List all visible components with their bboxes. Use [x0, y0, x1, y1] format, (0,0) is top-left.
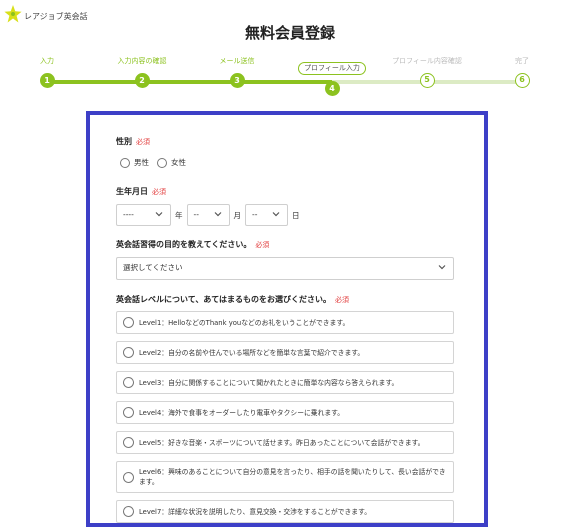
month-unit: 月: [233, 210, 242, 220]
progress-stepper: 入力 1 入力内容の確認 2 メール送信 3 プロフィール入力 4 プロフィール…: [0, 55, 580, 96]
step-1: 入力 1: [7, 55, 87, 88]
level-option-label: Level4：海外で食事をオーダーしたり電車やタクシーに乗れます。: [139, 408, 345, 417]
step-number: 4: [324, 81, 340, 96]
step-number: 5: [419, 73, 435, 88]
level-option-label: Level2：自分の名前や住んでいる場所などを簡単な言葉で紹介できます。: [139, 348, 365, 357]
level-option-4[interactable]: Level4：海外で食事をオーダーしたり電車やタクシーに乗れます。: [116, 401, 454, 424]
step-label: メール送信: [219, 57, 255, 65]
level-option-1[interactable]: Level1：HelloなどのThank youなどのお礼をいうことができます。: [116, 311, 454, 334]
radio-button[interactable]: [123, 377, 134, 388]
level-option-7[interactable]: Level7：詳細な状況を説明したり、意見交換・交渉をすることができます。: [116, 500, 454, 523]
birth-day-value: --: [252, 210, 258, 219]
logo-text: レアジョブ英会話: [24, 11, 88, 21]
purpose-label-text: 英会話習得の目的を教えてください。: [116, 240, 252, 249]
chevron-down-icon: [438, 265, 446, 270]
level-options: Level1：HelloなどのThank youなどのお礼をいうことができます。…: [116, 311, 456, 523]
level-option-6[interactable]: Level6：興味のあることについて自分の意見を言ったり、相手の話を聞いたりして…: [116, 461, 454, 493]
birth-year-value: ----: [123, 210, 134, 219]
required-badge: 必須: [255, 240, 270, 249]
radio-button[interactable]: [123, 506, 134, 517]
radio-button[interactable]: [123, 347, 134, 358]
level-option-3[interactable]: Level3：自分に関係することについて聞かれたときに簡単な内容なら答えられます…: [116, 371, 454, 394]
required-badge: 必須: [136, 137, 150, 146]
step-number: 3: [229, 73, 245, 88]
purpose-select[interactable]: 選択してください: [116, 257, 454, 280]
logo[interactable]: レアジョブ英会話: [4, 4, 88, 24]
gender-label: 性別 必須: [116, 136, 456, 147]
purpose-label: 英会話習得の目的を教えてください。 必須: [116, 239, 456, 250]
birth-day-select[interactable]: --: [245, 204, 288, 226]
gender-option-male[interactable]: 男性: [120, 157, 149, 168]
logo-star-icon: [4, 5, 22, 23]
purpose-select-value: 選択してください: [123, 263, 183, 272]
gender-options: 男性 女性: [120, 157, 456, 168]
step-6: 完了 6: [482, 55, 562, 88]
profile-form-frame: 性別 必須 男性 女性 生年月日 必須 ---- 年 -- 月 -- 日 英会話…: [86, 111, 488, 527]
level-option-5[interactable]: Level5：好きな音楽・スポーツについて話せます。昨日あったことについて会話が…: [116, 431, 454, 454]
gender-option-label: 女性: [171, 158, 186, 167]
step-number: 1: [39, 73, 55, 88]
step-label: 入力内容の確認: [117, 57, 167, 65]
birth-month-select[interactable]: --: [186, 204, 230, 226]
level-label-text: 英会話レベルについて、あてはまるものをお選びください。: [116, 295, 332, 304]
birthdate-label-text: 生年月日: [116, 187, 148, 196]
step-5: プロフィール内容確認 5: [387, 55, 467, 88]
step-4: プロフィール入力 4: [292, 55, 372, 96]
stepper-line-done: [47, 80, 332, 84]
level-option-label: Level7：詳細な状況を説明したり、意見交換・交渉をすることができます。: [139, 507, 372, 516]
step-label: プロフィール内容確認: [392, 57, 462, 65]
required-badge: 必須: [152, 187, 166, 196]
radio-button[interactable]: [123, 471, 134, 483]
radio-button[interactable]: [123, 407, 134, 418]
level-option-label: Level1：HelloなどのThank youなどのお礼をいうことができます。: [139, 318, 350, 327]
chevron-down-icon: [214, 212, 221, 217]
birthdate-label: 生年月日 必須: [116, 186, 456, 197]
radio-button[interactable]: [123, 317, 134, 328]
gender-label-text: 性別: [116, 137, 132, 146]
chevron-down-icon: [155, 212, 163, 217]
level-option-label: Level3：自分に関係することについて聞かれたときに簡単な内容なら答えられます…: [139, 378, 399, 387]
profile-form: 性別 必須 男性 女性 生年月日 必須 ---- 年 -- 月 -- 日 英会話…: [116, 136, 456, 523]
step-label: プロフィール入力: [298, 62, 366, 75]
step-number: 6: [514, 73, 530, 88]
radio-button[interactable]: [123, 437, 134, 448]
year-unit: 年: [175, 210, 183, 220]
step-label: 入力: [40, 57, 54, 65]
gender-option-label: 男性: [134, 158, 149, 167]
birth-year-select[interactable]: ----: [116, 204, 171, 226]
step-number: 2: [134, 73, 150, 88]
radio-button[interactable]: [120, 157, 130, 168]
day-unit: 日: [292, 210, 300, 220]
chevron-down-icon: [272, 212, 280, 217]
step-3: メール送信 3: [197, 55, 277, 88]
level-option-label: Level6：興味のあることについて自分の意見を言ったり、相手の話を聞いたりして…: [139, 468, 446, 486]
radio-button[interactable]: [157, 157, 167, 168]
page-title: 無料会員登録: [244, 24, 335, 42]
level-option-2[interactable]: Level2：自分の名前や住んでいる場所などを簡単な言葉で紹介できます。: [116, 341, 454, 364]
level-label: 英会話レベルについて、あてはまるものをお選びください。 必須: [116, 294, 456, 305]
level-option-label: Level5：好きな音楽・スポーツについて話せます。昨日あったことについて会話が…: [139, 438, 425, 447]
birth-month-value: --: [193, 210, 199, 219]
required-badge: 必須: [335, 295, 350, 304]
birthdate-row: ---- 年 -- 月 -- 日: [116, 204, 456, 226]
step-label: 完了: [515, 57, 529, 65]
step-2: 入力内容の確認 2: [102, 55, 182, 88]
gender-option-female[interactable]: 女性: [157, 157, 186, 168]
